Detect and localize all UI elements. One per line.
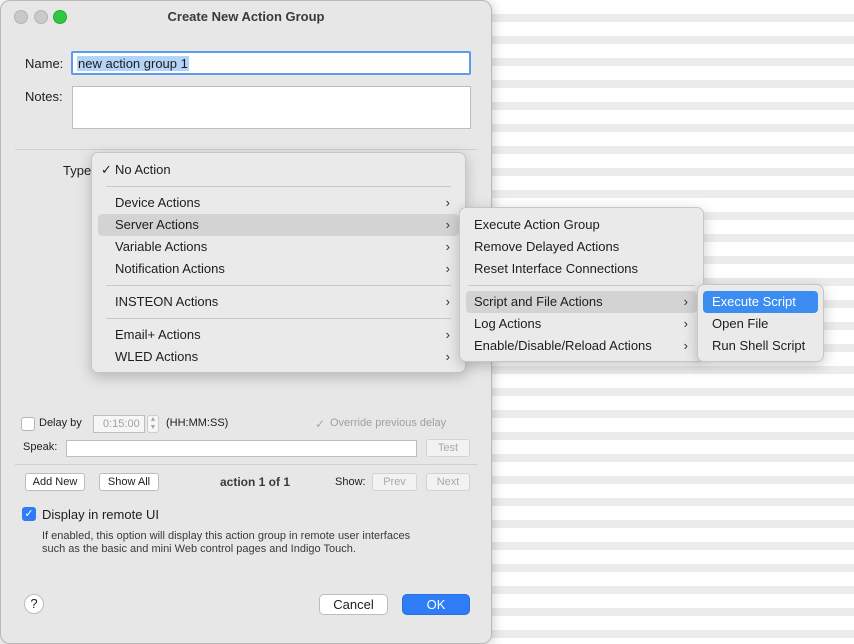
menu-item-remove-delayed-actions[interactable]: Remove Delayed Actions — [466, 236, 697, 258]
menu-item-device-actions[interactable]: Device Actions › — [98, 192, 459, 214]
chevron-right-icon: › — [683, 338, 688, 353]
menu-item-label: Execute Action Group — [474, 217, 600, 232]
delay-unit-label: (HH:MM:SS) — [166, 417, 229, 429]
menu-item-label: INSTEON Actions — [115, 294, 219, 309]
test-button[interactable]: Test — [426, 439, 470, 457]
menu-separator — [468, 285, 695, 286]
server-actions-submenu: Execute Action Group Remove Delayed Acti… — [459, 207, 704, 362]
menu-item-variable-actions[interactable]: Variable Actions › — [98, 236, 459, 258]
chevron-right-icon: › — [445, 294, 450, 309]
notes-field[interactable] — [72, 86, 471, 129]
menu-item-label: Execute Script — [712, 294, 796, 309]
menu-item-label: Script and File Actions — [474, 294, 603, 309]
next-button[interactable]: Next — [426, 473, 470, 491]
chevron-right-icon: › — [445, 217, 450, 232]
display-remote-description-line2: such as the basic and mini Web control p… — [42, 543, 356, 555]
chevron-right-icon: › — [683, 316, 688, 331]
separator — [15, 464, 477, 465]
menu-separator — [106, 318, 451, 319]
menu-item-insteon-actions[interactable]: INSTEON Actions › — [98, 291, 459, 313]
menu-item-label: Reset Interface Connections — [474, 261, 639, 276]
separator — [15, 149, 477, 150]
menu-item-label: WLED Actions — [115, 349, 199, 364]
ok-button[interactable]: OK — [402, 594, 470, 615]
title-bar: Create New Action Group — [1, 1, 491, 33]
menu-item-enable-disable-reload-actions[interactable]: Enable/Disable/Reload Actions › — [466, 335, 697, 357]
delay-stepper[interactable]: ▲ ▼ — [147, 415, 159, 433]
display-remote-label: Display in remote UI — [42, 507, 160, 522]
chevron-right-icon: › — [445, 261, 450, 276]
override-delay-checkbox[interactable]: ✓ — [313, 417, 327, 431]
menu-item-label: Open File — [712, 316, 769, 331]
chevron-right-icon: › — [445, 195, 450, 210]
menu-item-run-shell-script[interactable]: Run Shell Script — [703, 335, 818, 357]
menu-item-label: Email+ Actions — [115, 327, 201, 342]
menu-item-open-file[interactable]: Open File — [703, 313, 818, 335]
menu-item-label: Run Shell Script — [712, 338, 806, 353]
show-label: Show: — [335, 476, 366, 488]
show-all-button[interactable]: Show All — [99, 473, 159, 491]
menu-item-label: No Action — [115, 162, 171, 177]
menu-separator — [106, 186, 451, 187]
delay-checkbox[interactable] — [21, 417, 35, 431]
checkmark-icon: ✓ — [101, 162, 112, 177]
menu-item-execute-action-group[interactable]: Execute Action Group — [466, 214, 697, 236]
type-menu: ✓ No Action Device Actions › Server Actio… — [91, 152, 466, 373]
menu-item-label: Remove Delayed Actions — [474, 239, 620, 254]
menu-item-label: Server Actions — [115, 217, 199, 232]
cancel-button[interactable]: Cancel — [319, 594, 388, 615]
help-button[interactable]: ? — [24, 594, 44, 614]
menu-item-script-and-file-actions[interactable]: Script and File Actions › — [466, 291, 697, 313]
chevron-right-icon: › — [445, 349, 450, 364]
menu-item-server-actions[interactable]: Server Actions › — [98, 214, 459, 236]
name-field[interactable]: new action group 1 — [71, 51, 471, 75]
delay-label: Delay by — [39, 417, 82, 429]
type-label: Type — [63, 163, 92, 178]
menu-item-label: Device Actions — [115, 195, 201, 210]
add-new-button[interactable]: Add New — [25, 473, 85, 491]
name-value: new action group 1 — [77, 56, 189, 71]
menu-item-label: Variable Actions — [115, 239, 208, 254]
chevron-right-icon: › — [445, 239, 450, 254]
notes-label: Notes: — [25, 89, 63, 104]
delay-time-field[interactable]: 0:15:00 — [93, 415, 145, 433]
menu-item-log-actions[interactable]: Log Actions › — [466, 313, 697, 335]
display-remote-description-line1: If enabled, this option will display thi… — [42, 530, 411, 542]
menu-item-email-actions[interactable]: Email+ Actions › — [98, 324, 459, 346]
display-remote-checkbox[interactable]: ✓ — [22, 507, 36, 521]
menu-item-notification-actions[interactable]: Notification Actions › — [98, 258, 459, 280]
script-file-actions-submenu: Execute Script Open File Run Shell Scrip… — [697, 284, 824, 362]
menu-item-wled-actions[interactable]: WLED Actions › — [98, 346, 459, 368]
menu-item-label: Enable/Disable/Reload Actions — [474, 338, 652, 353]
menu-item-label: Log Actions — [474, 316, 542, 331]
chevron-right-icon: › — [445, 327, 450, 342]
menu-item-label: Notification Actions — [115, 261, 225, 276]
menu-item-execute-script[interactable]: Execute Script — [703, 291, 818, 313]
menu-item-reset-interface-connections[interactable]: Reset Interface Connections — [466, 258, 697, 280]
name-label: Name: — [25, 56, 64, 71]
menu-item-no-action[interactable]: ✓ No Action — [98, 159, 459, 181]
prev-button[interactable]: Prev — [372, 473, 417, 491]
menu-separator — [106, 285, 451, 286]
speak-field[interactable] — [66, 440, 417, 457]
speak-label: Speak: — [23, 441, 58, 453]
action-counter: action 1 of 1 — [220, 475, 291, 489]
chevron-right-icon: › — [683, 294, 688, 309]
override-delay-label: Override previous delay — [330, 417, 447, 429]
dialog-title: Create New Action Group — [167, 9, 325, 24]
